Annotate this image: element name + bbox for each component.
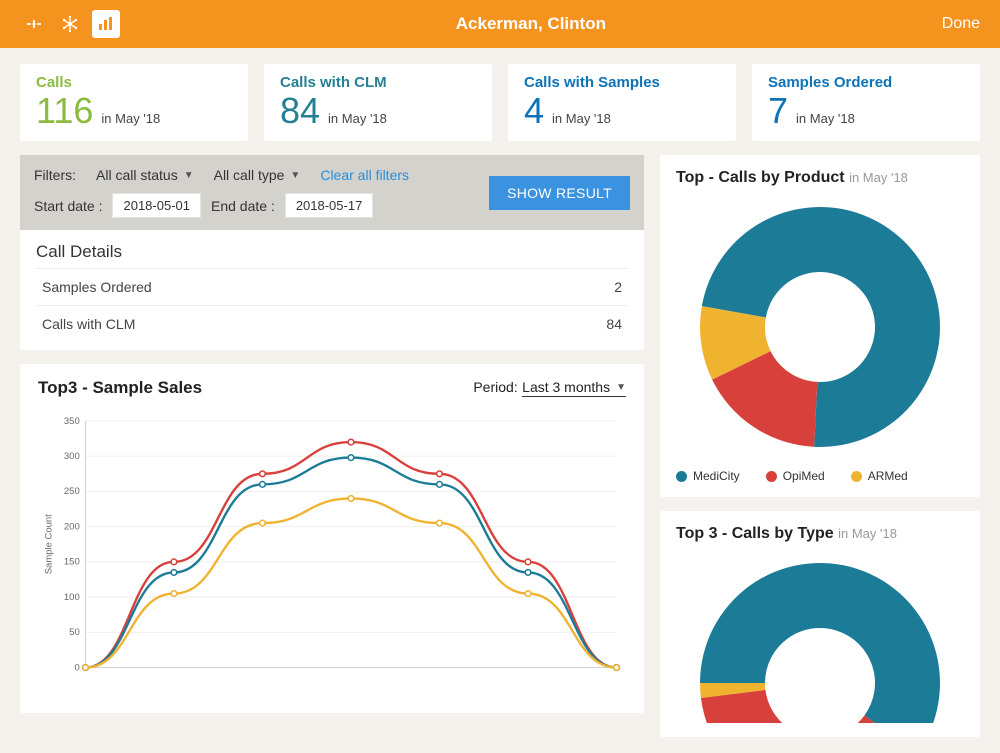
detail-value: 84: [606, 316, 622, 332]
svg-text:Sample Count: Sample Count: [43, 514, 54, 574]
caret-down-icon: ▼: [290, 170, 300, 181]
svg-text:100: 100: [64, 592, 80, 603]
kpi-period: in May '18: [101, 111, 160, 126]
kpi-value: 4: [524, 93, 544, 129]
svg-text:300: 300: [64, 451, 80, 462]
detail-label: Samples Ordered: [42, 279, 152, 295]
page-title: Ackerman, Clinton: [120, 14, 942, 34]
filter-call-status[interactable]: All call status ▼: [96, 167, 194, 183]
detail-value: 2: [614, 279, 622, 295]
kpi-calls[interactable]: Calls 116 in May '18: [20, 64, 248, 141]
call-details-title: Call Details: [36, 242, 628, 262]
kpi-calls-samples[interactable]: Calls with Samples 4 in May '18: [508, 64, 736, 141]
pie-legend: MediCity OpiMed ARMed: [676, 469, 964, 483]
kpi-value: 84: [280, 93, 320, 129]
dashboard-icon[interactable]: [92, 10, 120, 38]
legend-label: ARMed: [868, 469, 908, 483]
pie-product-chart: [690, 197, 950, 457]
legend-item: OpiMed: [766, 469, 825, 483]
detail-row: Samples Ordered 2: [36, 268, 628, 305]
kpi-value: 116: [36, 93, 93, 129]
caret-down-icon: ▼: [616, 382, 626, 393]
pie-type-panel: Top 3 - Calls by Type in May '18: [660, 511, 980, 737]
filters-details-panel: Filters: All call status ▼ All call type ▼…: [20, 155, 644, 350]
pie2-title: Top 3 - Calls by Type: [676, 525, 834, 542]
pie2-sub: in May '18: [838, 526, 897, 541]
network-icon[interactable]: [56, 10, 84, 38]
done-button[interactable]: Done: [942, 15, 980, 33]
filters-label: Filters:: [34, 167, 76, 183]
svg-text:250: 250: [64, 486, 80, 497]
end-date-input[interactable]: 2018-05-17: [285, 193, 374, 218]
filter-bar: Filters: All call status ▼ All call type ▼…: [20, 155, 644, 230]
svg-text:0: 0: [74, 662, 79, 673]
kpi-calls-clm[interactable]: Calls with CLM 84 in May '18: [264, 64, 492, 141]
caret-down-icon: ▼: [184, 170, 194, 181]
legend-item: ARMed: [851, 469, 908, 483]
timeline-icon[interactable]: [20, 10, 48, 38]
filter-type-value: All call type: [214, 167, 285, 183]
pie-product-panel: Top - Calls by Product in May '18 MediCi…: [660, 155, 980, 497]
legend-dot-icon: [766, 471, 777, 482]
svg-text:150: 150: [64, 557, 80, 568]
line-chart: 0 50 100 150 200 250 300 350 Sample Count: [38, 404, 626, 694]
svg-text:200: 200: [64, 521, 80, 532]
kpi-label: Samples Ordered: [768, 74, 964, 91]
legend-label: MediCity: [693, 469, 740, 483]
top-icon-group: [20, 10, 120, 38]
kpi-period: in May '18: [328, 111, 387, 126]
filter-call-type[interactable]: All call type ▼: [214, 167, 301, 183]
kpi-label: Calls: [36, 74, 232, 91]
filter-status-value: All call status: [96, 167, 178, 183]
line-chart-title: Top3 - Sample Sales: [38, 378, 202, 398]
svg-text:350: 350: [64, 416, 80, 427]
legend-item: MediCity: [676, 469, 740, 483]
start-date-input[interactable]: 2018-05-01: [112, 193, 201, 218]
line-chart-panel: Top3 - Sample Sales Period: Last 3 month…: [20, 364, 644, 713]
legend-label: OpiMed: [783, 469, 825, 483]
call-details: Call Details Samples Ordered 2 Calls wit…: [20, 230, 644, 350]
svg-text:50: 50: [69, 627, 80, 638]
start-date-label: Start date :: [34, 198, 102, 214]
pie1-sub: in May '18: [849, 170, 908, 185]
kpi-label: Calls with Samples: [524, 74, 720, 91]
kpi-samples-ordered[interactable]: Samples Ordered 7 in May '18: [752, 64, 980, 141]
show-result-button[interactable]: SHOW RESULT: [489, 176, 630, 210]
detail-label: Calls with CLM: [42, 316, 135, 332]
period-value: Last 3 months: [522, 379, 610, 395]
legend-dot-icon: [851, 471, 862, 482]
kpi-period: in May '18: [796, 111, 855, 126]
kpi-label: Calls with CLM: [280, 74, 476, 91]
pie-type-chart: [690, 553, 950, 723]
top-bar: Ackerman, Clinton Done: [0, 0, 1000, 48]
kpi-row: Calls 116 in May '18 Calls with CLM 84 in …: [20, 64, 980, 141]
kpi-period: in May '18: [552, 111, 611, 126]
legend-dot-icon: [676, 471, 687, 482]
pie1-title: Top - Calls by Product: [676, 169, 845, 186]
detail-row: Calls with CLM 84: [36, 305, 628, 342]
period-label: Period:: [473, 379, 517, 395]
kpi-value: 7: [768, 93, 788, 129]
period-select[interactable]: Last 3 months ▼: [522, 379, 626, 397]
end-date-label: End date :: [211, 198, 275, 214]
clear-filters-link[interactable]: Clear all filters: [320, 167, 409, 183]
